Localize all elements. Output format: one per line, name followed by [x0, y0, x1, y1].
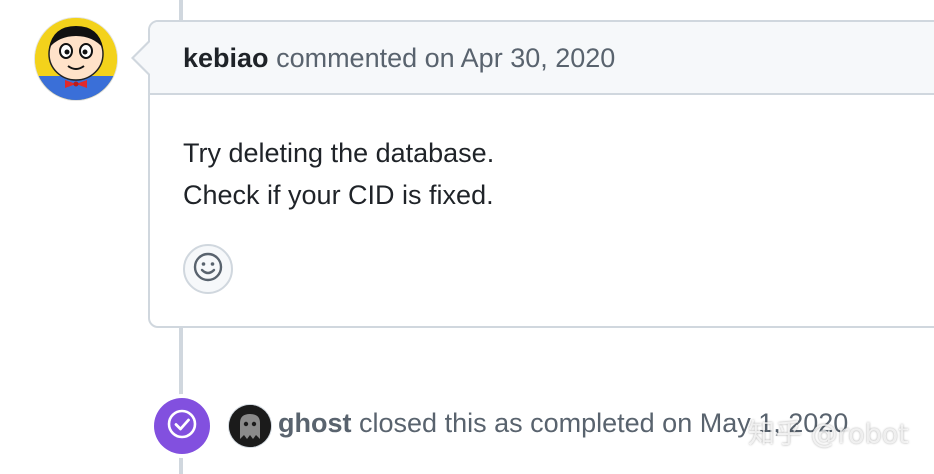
- commenter-avatar[interactable]: [35, 18, 117, 100]
- comment-header: kebiao commented on Apr 30, 2020: [150, 22, 934, 95]
- comment-body: Try deleting the database. Check if your…: [183, 132, 494, 216]
- comment-arrow-fill: [134, 42, 150, 74]
- comment-author-link[interactable]: kebiao: [183, 43, 269, 73]
- check-circle-icon: [165, 407, 199, 446]
- ghost-avatar[interactable]: [229, 405, 271, 447]
- event-actor-link[interactable]: ghost: [278, 408, 352, 438]
- comment-card: kebiao commented on Apr 30, 2020 Try del…: [148, 20, 934, 328]
- smiley-icon: [192, 251, 224, 288]
- watermark: 知乎 @robot: [748, 419, 909, 450]
- comment-header-text: kebiao commented on Apr 30, 2020: [183, 41, 615, 75]
- issue-timeline: kebiao commented on Apr 30, 2020 Try del…: [0, 0, 934, 474]
- comment-body-line: Check if your CID is fixed.: [183, 180, 494, 210]
- closed-event-badge: [154, 398, 210, 454]
- add-reaction-button[interactable]: [183, 244, 233, 294]
- comment-timestamp[interactable]: commented on Apr 30, 2020: [276, 43, 615, 73]
- comment-body-line: Try deleting the database.: [183, 138, 495, 168]
